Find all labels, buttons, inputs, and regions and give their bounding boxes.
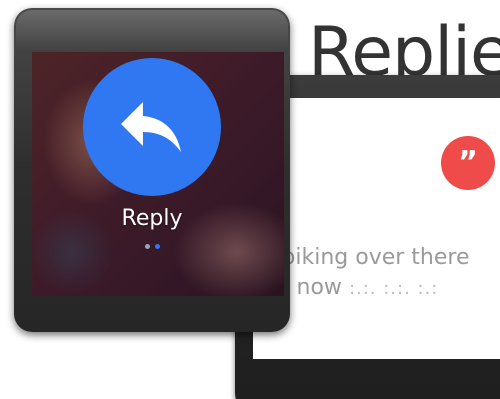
page-dot-1 — [144, 244, 150, 249]
message-scribble: :.:. :.:. :.: — [348, 278, 439, 299]
message-screen: ” m biking over there ght now :.:. :.:. … — [253, 98, 500, 359]
reply-arrow-icon — [121, 102, 181, 152]
bezel-shine — [16, 10, 288, 50]
quote-icon: ” — [441, 136, 495, 190]
reply-button[interactable] — [83, 58, 221, 196]
page-dot-2 — [154, 244, 160, 249]
reply-label: Reply — [121, 206, 183, 231]
page-indicator — [14, 244, 290, 249]
stage: Replie ” m biking over there ght now :.:… — [0, 0, 500, 399]
reply-watch: Reply — [14, 8, 290, 332]
